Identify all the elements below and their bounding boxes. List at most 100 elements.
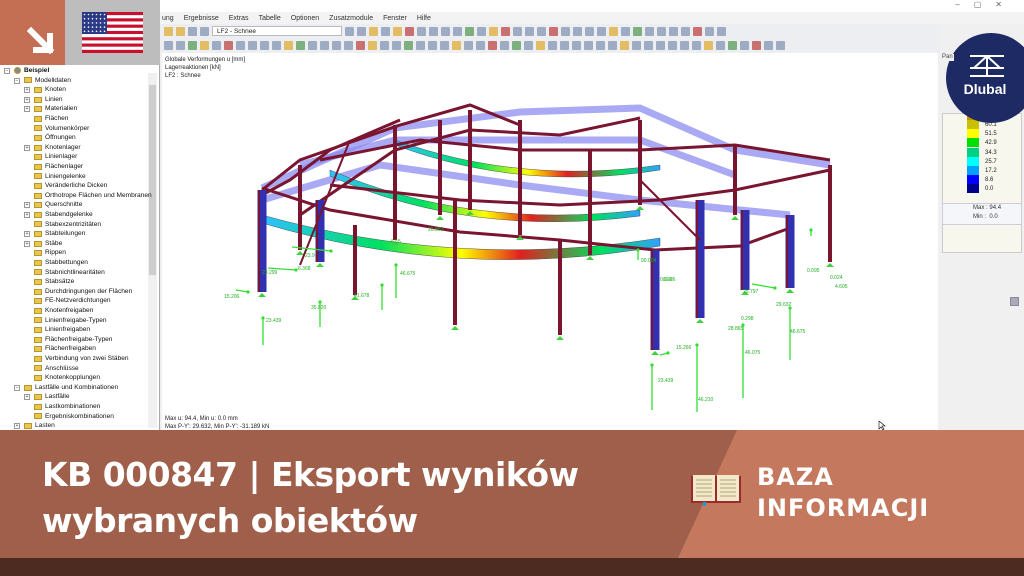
toolbar-icon[interactable]	[488, 40, 497, 50]
tree-item[interactable]: Stabnichtlinearitäten	[34, 268, 105, 278]
toolbar-icon[interactable]	[200, 40, 209, 50]
scrollbar-thumb[interactable]	[149, 85, 156, 275]
expand-toggle[interactable]: +	[24, 96, 30, 103]
menu-item[interactable]: Ergebnisse	[184, 15, 219, 22]
tree-item[interactable]: Ergebniskombinationen	[34, 412, 114, 422]
toolbar-icon[interactable]	[548, 40, 557, 50]
tree-item[interactable]: Stabexzentrizitäten	[34, 220, 101, 230]
toolbar-icon[interactable]	[608, 40, 617, 50]
toolbar-icon[interactable]	[632, 40, 641, 50]
tree-item[interactable]: Durchdringungen der Flächen	[34, 287, 132, 297]
tree-item[interactable]: Verbindung von zwei Stäben	[34, 354, 129, 364]
tree-item[interactable]: Flächenlager	[34, 162, 83, 172]
tree-item[interactable]: Materialien	[34, 104, 77, 114]
tree-scrollbar[interactable]	[148, 73, 157, 428]
toolbar-icon[interactable]	[524, 40, 533, 50]
expand-toggle[interactable]: +	[14, 423, 20, 430]
toolbar-icon[interactable]	[356, 40, 365, 50]
menu-item[interactable]: Hilfe	[417, 15, 431, 22]
tree-item[interactable]: Knotenkopplungen	[34, 373, 100, 383]
expand-toggle[interactable]: +	[24, 231, 30, 238]
toolbar-icon[interactable]	[176, 26, 185, 36]
expand-toggle[interactable]: +	[24, 202, 30, 209]
toolbar-icon[interactable]	[500, 40, 509, 50]
graphics-canvas[interactable]: Globale Verformungen u [mm] Lagerreaktio…	[162, 53, 938, 430]
tree-item[interactable]: Flächen	[34, 114, 68, 124]
toolbar-icon[interactable]	[236, 40, 245, 50]
toolbar-icon[interactable]	[200, 26, 209, 36]
tree-item[interactable]: FE-Netzverdichtungen	[34, 296, 111, 306]
tree-item[interactable]: Stabteilungen	[34, 229, 85, 239]
toolbar-icon[interactable]	[188, 26, 197, 36]
toolbar-icon[interactable]	[740, 40, 749, 50]
toolbar-icon[interactable]	[392, 40, 401, 50]
tree-item[interactable]: Stabendgelenke	[34, 210, 93, 220]
toolbar-icon[interactable]	[212, 40, 221, 50]
toolbar-icon[interactable]	[308, 40, 317, 50]
tree-item[interactable]: Querschnitte	[34, 200, 82, 210]
tree-item[interactable]: Knotenfreigaben	[34, 306, 93, 316]
toolbar-icon[interactable]	[764, 40, 773, 50]
tree-item[interactable]: Lastfälle	[34, 392, 70, 402]
tree-item[interactable]: Orthotrope Flächen und Membranen	[34, 191, 152, 201]
expand-toggle[interactable]: −	[4, 68, 10, 74]
menu-item[interactable]: Zusatzmodule	[329, 15, 373, 22]
toolbar-icon[interactable]	[464, 40, 473, 50]
expand-toggle[interactable]: +	[24, 394, 30, 401]
toolbar-icon[interactable]	[428, 40, 437, 50]
tree-item[interactable]: Anschlüsse	[34, 364, 79, 374]
toolbar-icon[interactable]	[620, 40, 629, 50]
expand-toggle[interactable]: +	[24, 144, 30, 151]
expand-toggle[interactable]: +	[24, 212, 30, 218]
next-icon[interactable]	[357, 26, 366, 36]
tree-item[interactable]: Linienfreigabe-Typen	[34, 316, 107, 326]
tree-item[interactable]: Knoten	[34, 85, 66, 95]
menu-item[interactable]: Tabelle	[259, 15, 281, 22]
menu-item[interactable]: Extras	[229, 15, 249, 22]
tree-item[interactable]: Volumenkörper	[34, 124, 89, 134]
toolbar-icon[interactable]	[704, 40, 713, 50]
toolbar-icon[interactable]	[296, 40, 305, 50]
toolbar-icon[interactable]	[320, 40, 329, 50]
expand-toggle[interactable]: −	[14, 77, 20, 84]
loadcase-select[interactable]: LF2 - Schnee	[212, 26, 342, 36]
tree-item[interactable]: Linien	[34, 95, 63, 105]
prev-icon[interactable]	[345, 26, 354, 36]
toolbar-icon[interactable]	[416, 40, 425, 50]
toolbar-icon[interactable]	[344, 40, 353, 50]
toolbar-icon[interactable]	[284, 40, 293, 50]
toolbar-icon[interactable]	[716, 40, 725, 50]
expand-toggle[interactable]: +	[24, 240, 30, 247]
menu-item[interactable]: Fenster	[383, 15, 407, 22]
expand-toggle[interactable]: +	[24, 87, 30, 94]
expand-toggle[interactable]: +	[24, 106, 30, 113]
toolbar-icon[interactable]	[440, 40, 449, 50]
toolbar-icon[interactable]	[452, 40, 461, 50]
toolbar-icon[interactable]	[572, 40, 581, 50]
toolbar-icon[interactable]	[272, 40, 281, 50]
toolbar-icon[interactable]	[188, 40, 197, 50]
toolbar-icon[interactable]	[380, 40, 389, 50]
toolbar-icon[interactable]	[176, 40, 185, 50]
toolbar-icon[interactable]	[728, 40, 737, 50]
toolbar-icon[interactable]	[656, 40, 665, 50]
us-flag-icon[interactable]	[82, 12, 143, 53]
tree-item[interactable]: Liniengelenke	[34, 172, 86, 182]
structure-model[interactable]: 15.206 23.299 23.439 35.820 6.368 23.9 41.678 6…	[162, 53, 938, 430]
tree-item[interactable]: Stäbe	[34, 239, 62, 249]
toolbar-icon[interactable]	[692, 40, 701, 50]
expand-toggle[interactable]: −	[14, 384, 20, 391]
toolbar-icon[interactable]	[752, 40, 761, 50]
tree-item[interactable]: Linienlager	[34, 152, 77, 162]
toolbar-icon[interactable]	[668, 40, 677, 50]
toolbar-icon[interactable]	[596, 40, 605, 50]
toolbar-icon[interactable]	[776, 40, 785, 50]
toolbar-icon[interactable]	[260, 40, 269, 50]
tree-item[interactable]: Knotenlager	[34, 143, 81, 153]
menu-item[interactable]: ung	[162, 15, 174, 22]
toolbar-icon[interactable]	[368, 40, 377, 50]
tree-item[interactable]: Lasten	[24, 421, 55, 430]
tree-item[interactable]: Veränderliche Dicken	[34, 181, 107, 191]
tree-item[interactable]: Rippen	[34, 248, 66, 258]
toolbar-icon[interactable]	[512, 40, 521, 50]
